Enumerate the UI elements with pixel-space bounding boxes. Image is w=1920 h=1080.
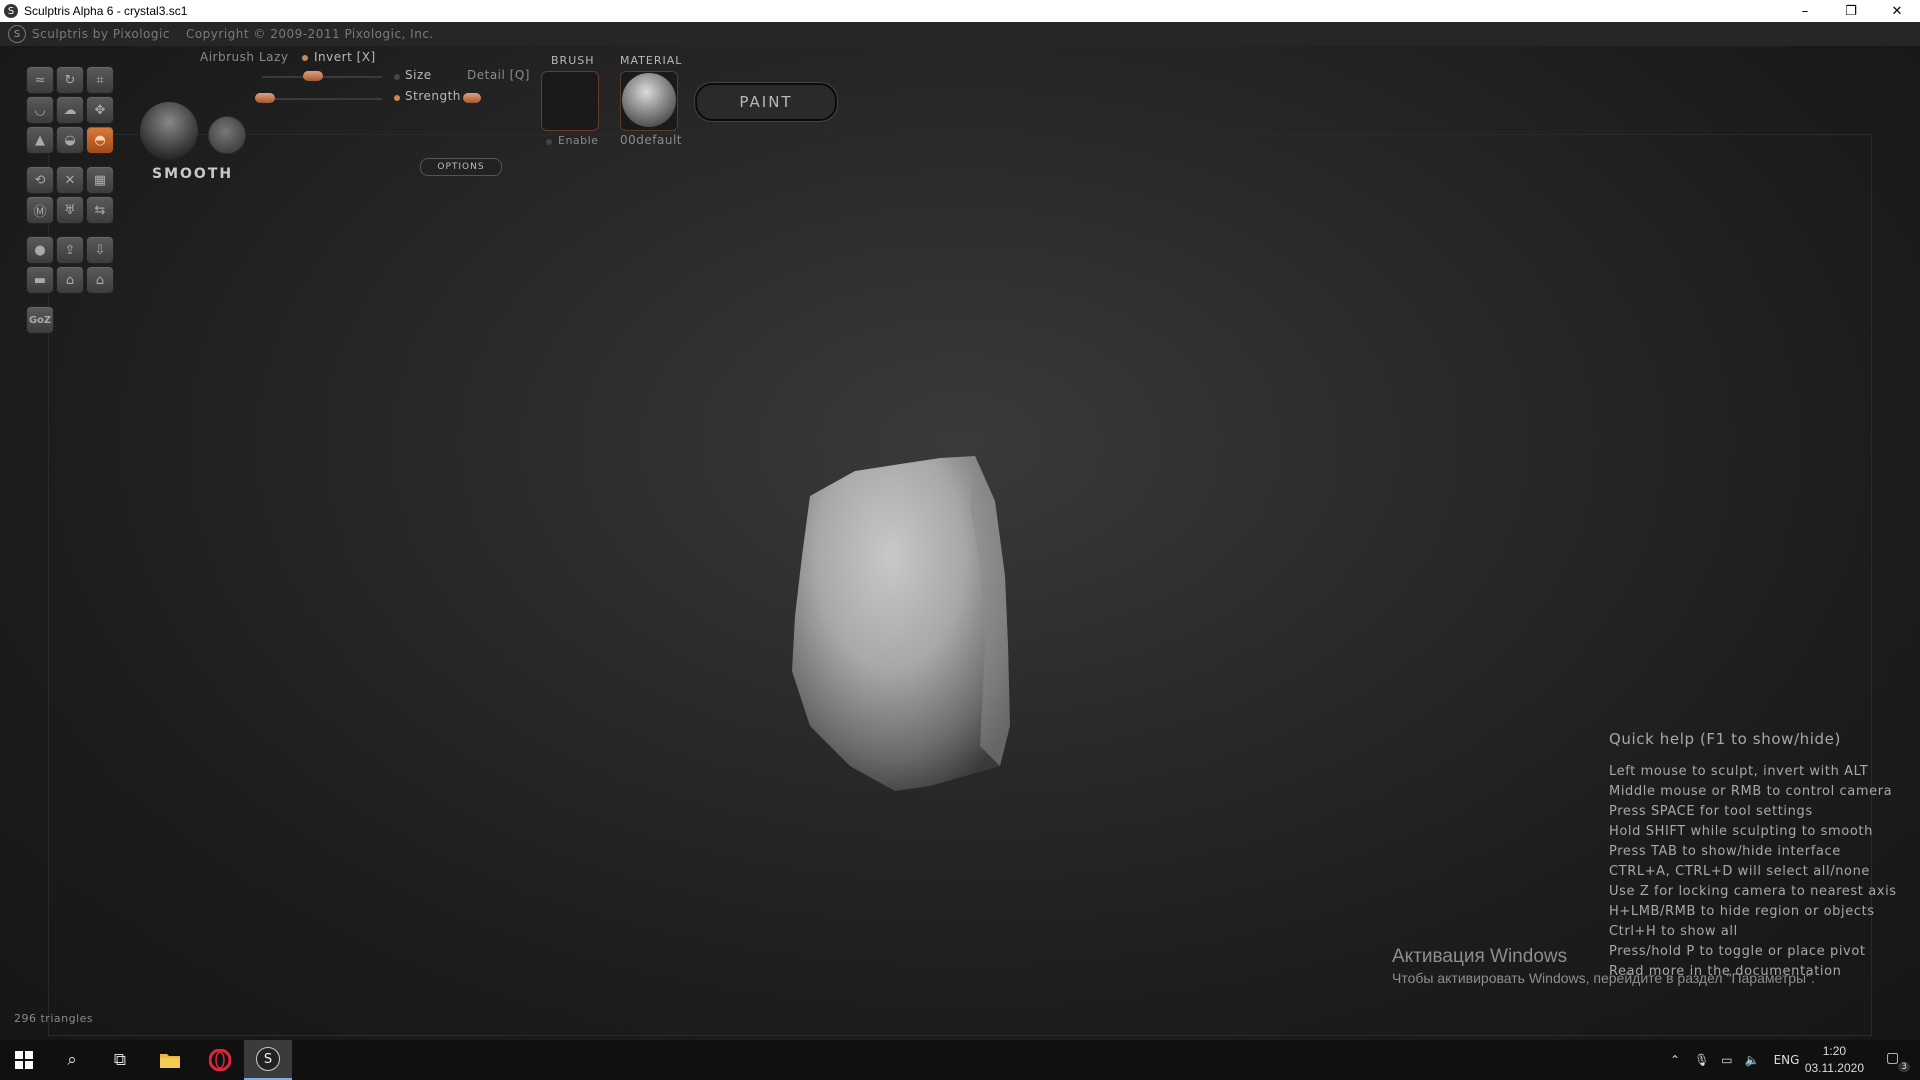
tool-new-plane[interactable]: ▬	[26, 266, 54, 294]
search-icon[interactable]: ⌕	[48, 1040, 96, 1080]
sculpt-mesh[interactable]	[780, 446, 1060, 826]
opera-browser-icon[interactable]	[196, 1040, 244, 1080]
tool-flatten[interactable]: ☁	[56, 96, 84, 124]
quick-help-line: Ctrl+H to show all	[1609, 924, 1738, 939]
app-header: S Sculptris by Pixologic Copyright © 200…	[0, 22, 1920, 46]
tool-mirror[interactable]: ⇆	[86, 196, 114, 224]
folder-icon	[160, 1054, 180, 1068]
start-button[interactable]	[0, 1040, 48, 1080]
brush-name: SMOOTH	[152, 166, 234, 182]
airbrush-toggle[interactable]: Airbrush	[200, 50, 255, 64]
detail-label[interactable]: Detail [Q]	[467, 68, 530, 82]
tool-open[interactable]: ⌂	[56, 266, 84, 294]
tool-subdivide[interactable]: Ⓜ	[26, 196, 54, 224]
window-controls: – ❐ ✕	[1782, 0, 1920, 22]
tool-symmetry[interactable]: ⟲	[26, 166, 54, 194]
quick-help-line: Press TAB to show/hide interface	[1609, 844, 1841, 859]
lazy-toggle[interactable]: Lazy	[259, 50, 288, 64]
strength-slider-track[interactable]	[258, 98, 382, 100]
triangle-count: 296 triangles	[14, 1012, 94, 1025]
quick-help-line: Press SPACE for tool settings	[1609, 804, 1813, 819]
brush-texture-swatch[interactable]	[541, 71, 599, 131]
enable-indicator	[546, 139, 552, 145]
file-explorer-icon[interactable]	[146, 1040, 194, 1080]
paint-button[interactable]: PAINT	[695, 83, 837, 121]
windows-activation-watermark: Активация Windows Чтобы активировать Win…	[1392, 946, 1815, 986]
close-button[interactable]: ✕	[1874, 0, 1920, 22]
tool-save[interactable]: ⌂	[86, 266, 114, 294]
size-slider-knob[interactable]	[303, 71, 323, 81]
quick-help-line: Left mouse to sculpt, invert with ALT	[1609, 764, 1869, 779]
language-indicator[interactable]: ENG	[1774, 1053, 1800, 1067]
3d-viewport[interactable]: ≈ ↻ ⌗ ◡ ☁ ✥ ▲ ◒ ◓ ⟲ ✕ ▦ Ⓜ ♅ ⇆ ● ⇪ ⇩ ▬ ⌂ …	[0, 46, 1920, 1040]
window-titlebar: S Sculptris Alpha 6 - crystal3.sc1 – ❐ ✕	[0, 0, 1920, 22]
options-button[interactable]: OPTIONS	[420, 158, 502, 176]
brush-falloff-icon[interactable]	[208, 116, 246, 154]
quick-help-title: Quick help (F1 to show/hide)	[1609, 730, 1841, 748]
network-icon[interactable]: ▭	[1721, 1053, 1732, 1067]
tool-wireframe[interactable]: ✕	[56, 166, 84, 194]
invert-indicator	[302, 55, 308, 61]
copyright-label: Copyright © 2009-2011 Pixologic, Inc.	[185, 27, 434, 41]
tool-reduce[interactable]: ♅	[56, 196, 84, 224]
clock-date: 03.11.2020	[1804, 1061, 1864, 1075]
brush-preview[interactable]	[140, 102, 198, 160]
strength-indicator	[394, 95, 400, 101]
tool-new-sphere[interactable]: ●	[26, 236, 54, 264]
volume-icon[interactable]: 🔈	[1745, 1053, 1760, 1067]
tool-smooth[interactable]: ◓	[86, 126, 114, 154]
brush-label: BRUSH	[551, 54, 595, 67]
sculptris-logo-icon: S	[8, 25, 26, 43]
clock[interactable]: 1:20 03.11.2020	[1805, 1043, 1864, 1077]
microphone-icon[interactable]: 🎙	[1694, 1053, 1709, 1067]
chevron-up-icon[interactable]: ⌃	[1670, 1053, 1680, 1067]
windows-logo-icon	[15, 1051, 33, 1069]
tool-crease[interactable]: ⌗	[86, 66, 114, 94]
material-label: MATERIAL	[620, 54, 683, 67]
task-view-icon[interactable]: ⧉	[96, 1040, 144, 1080]
system-tray: ⌃ 🎙 ▭ 🔈 ENG	[1670, 1040, 1799, 1080]
notification-count-badge: 3	[1898, 1062, 1910, 1072]
notification-center-icon[interactable]: ▢ 3	[1886, 1050, 1910, 1072]
tool-rotate[interactable]: ↻	[56, 66, 84, 94]
quick-help-line: Use Z for locking camera to nearest axis	[1609, 884, 1897, 899]
restore-button[interactable]: ❐	[1828, 0, 1874, 22]
activation-subtitle: Чтобы активировать Windows, перейдите в …	[1392, 970, 1815, 986]
tool-import-obj[interactable]: ⇪	[56, 236, 84, 264]
tool-grid[interactable]: ▦	[86, 166, 114, 194]
tool-export-obj[interactable]: ⇩	[86, 236, 114, 264]
brand-label: Sculptris by Pixologic	[32, 27, 170, 41]
strength-label[interactable]: Strength	[405, 89, 461, 103]
sculptris-taskbar-button[interactable]: S	[244, 1040, 292, 1080]
detail-slider-knob[interactable]	[463, 93, 481, 103]
material-ball[interactable]	[622, 73, 676, 127]
windows-taskbar: ⌕ ⧉ S ⌃ 🎙 ▭ 🔈 ENG 1:20 03.11.2020 ▢ 3	[0, 1040, 1920, 1080]
material-name: 00default	[620, 133, 682, 147]
quick-help-line: H+LMB/RMB to hide region or objects	[1609, 904, 1875, 919]
minimize-button[interactable]: –	[1782, 0, 1828, 22]
quick-help-line: Hold SHIFT while sculpting to smooth	[1609, 824, 1873, 839]
quick-help-line: CTRL+A, CTRL+D will select all/none	[1609, 864, 1871, 879]
goz-button[interactable]: GoZ	[26, 306, 54, 334]
tool-pinch[interactable]: ▲	[26, 126, 54, 154]
activation-title: Активация Windows	[1392, 946, 1568, 967]
invert-toggle[interactable]: Invert [X]	[314, 50, 376, 64]
quick-help-panel: Quick help (F1 to show/hide) Left mouse …	[1609, 730, 1897, 982]
tool-grab[interactable]: ✥	[86, 96, 114, 124]
tool-inflate[interactable]: ◡	[26, 96, 54, 124]
quick-help-line: Middle mouse or RMB to control camera	[1609, 784, 1893, 799]
sculptris-icon: S	[256, 1047, 280, 1071]
tool-scale[interactable]: ◒	[56, 126, 84, 154]
size-indicator	[394, 74, 400, 80]
enable-toggle[interactable]: Enable	[558, 134, 598, 147]
strength-slider-knob[interactable]	[255, 93, 275, 103]
tool-draw[interactable]: ≈	[26, 66, 54, 94]
clock-time: 1:20	[1822, 1044, 1847, 1058]
size-label[interactable]: Size	[405, 68, 432, 82]
sculptris-app-icon: S	[4, 4, 18, 18]
window-title: Sculptris Alpha 6 - crystal3.sc1	[24, 4, 188, 18]
opera-logo-icon	[209, 1049, 231, 1071]
